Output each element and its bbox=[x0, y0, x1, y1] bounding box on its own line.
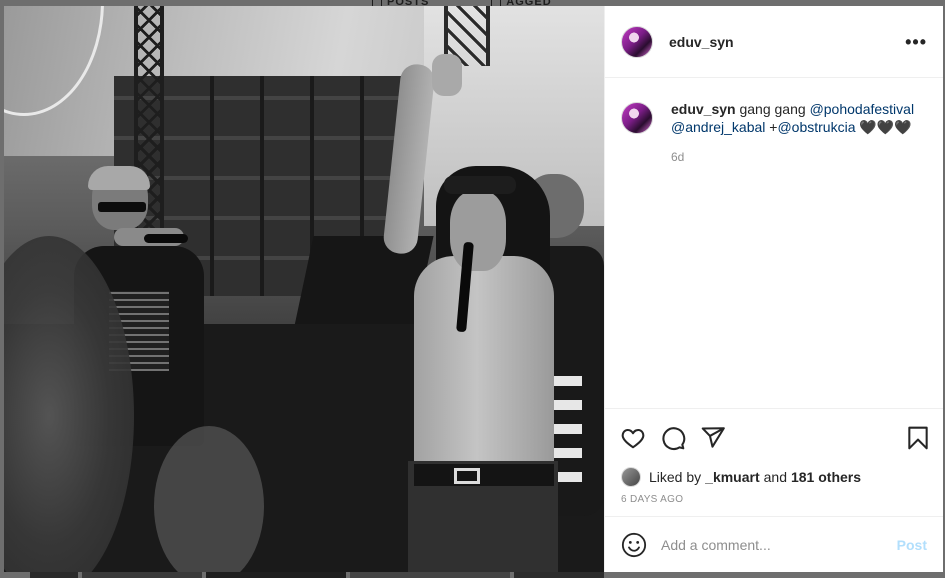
likes-prefix: Liked by bbox=[649, 469, 702, 485]
photo-belt-buckle bbox=[454, 468, 480, 484]
send-icon[interactable] bbox=[700, 425, 726, 451]
photo-cap bbox=[88, 166, 150, 190]
photo-headband bbox=[444, 176, 516, 194]
photo-performer-right-torso bbox=[414, 256, 554, 476]
grid-thumbnail[interactable] bbox=[82, 572, 202, 578]
caption-author-avatar[interactable] bbox=[621, 102, 653, 134]
photo-raised-hand bbox=[432, 54, 462, 96]
likes-conjunction: and bbox=[763, 469, 787, 485]
more-options-icon[interactable]: ••• bbox=[905, 33, 927, 51]
author-avatar[interactable] bbox=[621, 25, 653, 58]
add-comment-bar: Post bbox=[605, 516, 943, 572]
caption-body: eduv_syn gang gang @pohodafestival @andre… bbox=[671, 100, 914, 166]
photo-glasses bbox=[98, 202, 146, 212]
photo-microphone-left bbox=[144, 234, 188, 243]
grid-thumbnail[interactable] bbox=[206, 572, 346, 578]
likes-summary: Liked by _kmuart and 181 others bbox=[605, 466, 943, 488]
liker-avatar[interactable] bbox=[621, 467, 641, 487]
post-header: eduv_syn ••• bbox=[605, 6, 943, 78]
post-date[interactable]: 6 DAYS AGO bbox=[605, 488, 943, 516]
caption-text: gang gang bbox=[735, 101, 810, 117]
photo-belt bbox=[414, 464, 554, 486]
caption-timestamp[interactable]: 6d bbox=[671, 148, 914, 166]
comment-icon[interactable] bbox=[660, 425, 686, 451]
grid-thumbnail[interactable] bbox=[30, 572, 78, 578]
likes-count-link[interactable]: 181 others bbox=[791, 469, 861, 485]
post-comment-button[interactable]: Post bbox=[897, 537, 927, 553]
photo-speaker bbox=[294, 236, 434, 326]
liker-username[interactable]: _kmuart bbox=[705, 469, 759, 485]
smiley-icon[interactable] bbox=[621, 532, 647, 558]
post-actions bbox=[605, 408, 943, 466]
photo-truss bbox=[134, 6, 164, 266]
comment-input[interactable] bbox=[661, 536, 897, 553]
caption-emoji: 🖤🖤🖤 bbox=[855, 119, 912, 135]
comments-section: eduv_syn gang gang @pohodafestival @andre… bbox=[605, 78, 943, 408]
post-side-panel: eduv_syn ••• eduv_syn gang gang @pohodaf… bbox=[604, 6, 943, 572]
photo-performer-right-face bbox=[450, 191, 506, 271]
mention-link[interactable]: @andrej_kabal bbox=[671, 119, 765, 135]
caption-plus: + bbox=[765, 119, 778, 135]
grid-thumbnail[interactable] bbox=[350, 572, 510, 578]
mention-link[interactable]: @obstrukcia bbox=[777, 119, 855, 135]
caption-username[interactable]: eduv_syn bbox=[671, 101, 736, 117]
post-photo[interactable] bbox=[4, 6, 604, 572]
author-username[interactable]: eduv_syn bbox=[669, 34, 734, 50]
post-modal: eduv_syn ••• eduv_syn gang gang @pohodaf… bbox=[4, 6, 943, 572]
mention-link[interactable]: @pohodafestival bbox=[810, 101, 915, 117]
profile-grid-thumbnails bbox=[0, 572, 945, 578]
grid-thumbnail[interactable] bbox=[514, 572, 604, 578]
post-caption: eduv_syn gang gang @pohodafestival @andre… bbox=[621, 100, 927, 166]
bookmark-icon[interactable] bbox=[905, 425, 931, 451]
photo-foreground-blur-2 bbox=[154, 426, 264, 572]
heart-icon[interactable] bbox=[620, 425, 646, 451]
